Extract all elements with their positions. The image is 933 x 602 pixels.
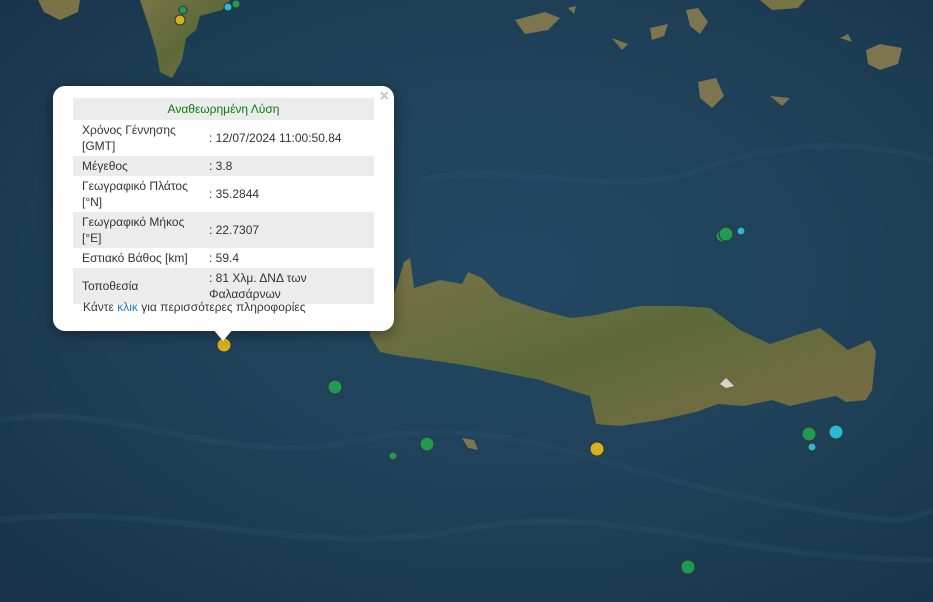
detail-label: Εστιακό Βάθος [km] bbox=[82, 251, 188, 265]
earthquake-marker[interactable] bbox=[231, 0, 241, 9]
detail-row: Χρόνος Γέννησης [GMT] : 12/07/2024 11:00… bbox=[73, 120, 374, 156]
earthquake-marker[interactable] bbox=[718, 226, 734, 242]
detail-label: Γεωγραφικό Μήκος [°E] bbox=[73, 212, 205, 248]
earthquake-marker[interactable] bbox=[419, 436, 435, 452]
earthquake-marker[interactable] bbox=[680, 559, 696, 575]
earthquake-marker[interactable] bbox=[388, 451, 398, 461]
detail-label: Χρόνος Γέννησης [GMT] bbox=[82, 123, 176, 153]
close-icon[interactable]: × bbox=[380, 89, 389, 105]
detail-label: Γεωγραφικό Πλάτος [°N] bbox=[82, 179, 188, 209]
popup-title-row: Αναθεωρημένη Λύση bbox=[73, 98, 374, 120]
earthquake-marker[interactable] bbox=[736, 226, 746, 236]
earthquake-info-popup: × Αναθεωρημένη Λύση Χρόνος Γέννησης [GMT… bbox=[53, 86, 394, 341]
footer-text-pre: Κάντε bbox=[83, 300, 118, 314]
detail-value: : 59.4 bbox=[209, 251, 240, 265]
detail-row: Εστιακό Βάθος [km] : 59.4 bbox=[73, 248, 374, 268]
earthquake-marker[interactable] bbox=[174, 14, 186, 26]
earthquake-marker[interactable] bbox=[178, 5, 188, 15]
detail-value: : 22.7307 bbox=[205, 212, 374, 248]
detail-row: Μέγεθος : 3.8 bbox=[73, 156, 374, 176]
detail-value: : 12/07/2024 11:00:50.84 bbox=[209, 131, 342, 145]
detail-label: Μέγεθος bbox=[73, 156, 205, 176]
earthquake-marker[interactable] bbox=[801, 426, 817, 442]
earthquake-marker[interactable] bbox=[828, 424, 844, 440]
more-info-link[interactable]: κλικ bbox=[117, 300, 138, 314]
popup-footer: Κάντε κλικ για περισσότερες πληροφορίες bbox=[83, 300, 306, 314]
earthquake-marker[interactable] bbox=[807, 442, 817, 452]
detail-row: Τοποθεσία : 81 Χλμ. ΔΝΔ των Φαλασάρνων bbox=[73, 268, 374, 304]
detail-row: Γεωγραφικό Μήκος [°E] : 22.7307 bbox=[73, 212, 374, 248]
earthquake-marker[interactable] bbox=[327, 379, 343, 395]
detail-value: : 3.8 bbox=[205, 156, 374, 176]
detail-row: Γεωγραφικό Πλάτος [°N] : 35.2844 bbox=[73, 176, 374, 212]
detail-value: : 81 Χλμ. ΔΝΔ των Φαλασάρνων bbox=[205, 268, 374, 304]
popup-title: Αναθεωρημένη Λύση bbox=[73, 98, 374, 120]
earthquake-marker[interactable] bbox=[223, 2, 233, 12]
earthquake-details-table: Αναθεωρημένη Λύση Χρόνος Γέννησης [GMT] … bbox=[73, 98, 374, 304]
earthquake-marker[interactable] bbox=[589, 441, 605, 457]
footer-text-post: για περισσότερες πληροφορίες bbox=[137, 300, 306, 314]
popup-tip bbox=[212, 328, 234, 341]
detail-label: Τοποθεσία bbox=[73, 268, 205, 304]
detail-value: : 35.2844 bbox=[209, 187, 260, 201]
